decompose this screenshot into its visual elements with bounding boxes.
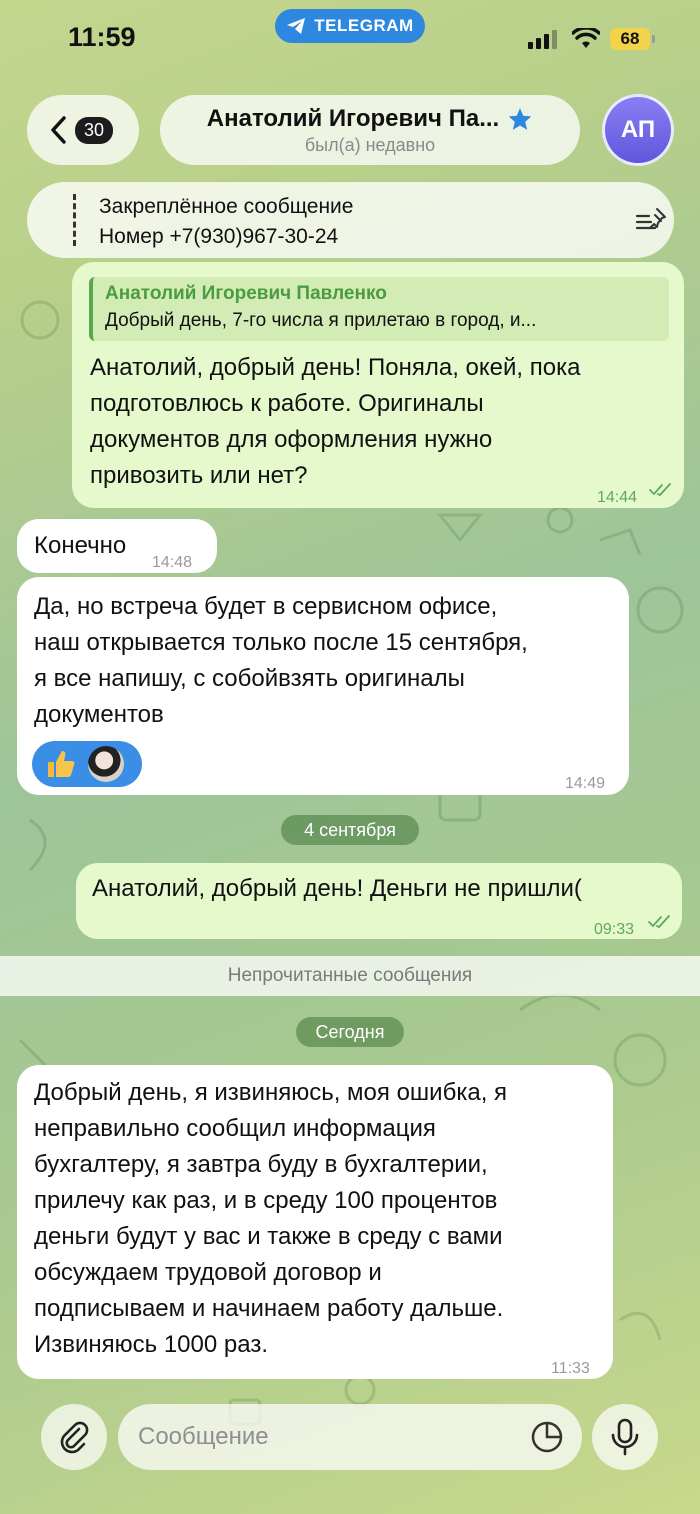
battery-indicator: 68	[610, 28, 655, 50]
date-separator: 4 сентября	[281, 815, 419, 845]
message-input[interactable]	[138, 1418, 518, 1456]
pinned-title: Закреплённое сообщение	[99, 195, 354, 218]
message-time: 14:44	[597, 489, 638, 506]
message-outgoing[interactable]: Анатолий Игоревич Павленко Добрый день, …	[72, 262, 684, 508]
microphone-icon	[611, 1418, 639, 1456]
pinned-message-bar[interactable]: Закреплённое сообщение Номер +7(930)967-…	[27, 182, 674, 258]
telegram-plane-icon	[287, 18, 306, 34]
message-composer[interactable]	[118, 1404, 582, 1470]
unread-count-badge: 30	[75, 116, 114, 144]
message-line: подготовлюсь к работе. Оригиналы	[90, 390, 484, 417]
thumbs-up-icon	[48, 751, 75, 777]
message-line: Извиняюсь 1000 раз.	[34, 1331, 268, 1358]
message-incoming[interactable]: Конечно 14:48	[17, 519, 217, 573]
microphone-button[interactable]	[592, 1404, 658, 1470]
wifi-icon	[572, 28, 600, 48]
message-time: 11:33	[551, 1360, 590, 1377]
avatar[interactable]: АП	[602, 94, 674, 166]
pin-indicator	[73, 194, 76, 246]
reactions-bar[interactable]	[32, 741, 142, 787]
message-line: Конечно	[34, 532, 127, 559]
message-line: привозить или нет?	[90, 462, 308, 489]
contact-status: был(а) недавно	[304, 134, 436, 155]
telegram-pill-label: TELEGRAM	[314, 16, 414, 35]
contact-name: Анатолий Игоревич Па...	[206, 104, 500, 132]
message-line: прилечу как раз, и в среду 100 процентов	[34, 1187, 498, 1214]
back-chevron-icon	[51, 116, 66, 144]
message-time: 09:33	[594, 921, 635, 938]
chat-title[interactable]: Анатолий Игоревич Па... был(а) недавно	[160, 95, 580, 165]
message-line: деньги будут у вас и также в среду с вам…	[34, 1223, 503, 1250]
pin-list-icon[interactable]	[633, 206, 669, 236]
message-outgoing[interactable]: Анатолий, добрый день! Деньги не пришли(…	[76, 863, 682, 939]
message-line: Да, но встреча будет в сервисном офисе,	[34, 593, 498, 620]
reply-text: Добрый день, 7-го числа я прилетаю в гор…	[105, 310, 537, 331]
message-line: наш открывается только после 15 сентября…	[34, 629, 528, 656]
reply-quote[interactable]: Анатолий Игоревич Павленко Добрый день, …	[89, 277, 669, 341]
pinned-text: Номер +7(930)967-30-24	[99, 225, 339, 248]
back-button[interactable]: 30	[27, 95, 139, 165]
reaction-user-avatar	[88, 746, 124, 782]
reply-author: Анатолий Игоревич Павленко	[105, 283, 387, 304]
signal-icon	[528, 30, 557, 49]
message-line: документов	[34, 701, 164, 728]
message-line: бухгалтеру, я завтра буду в бухгалтерии,	[34, 1151, 488, 1178]
status-time: 11:59	[68, 22, 136, 52]
message-time: 14:48	[152, 554, 193, 571]
star-icon	[508, 107, 532, 130]
message-line: Добрый день, я извиняюсь, моя ошибка, я	[34, 1079, 508, 1106]
message-line: неправильно сообщил информация	[34, 1115, 436, 1142]
message-line: документов для оформления нужно	[90, 426, 493, 453]
message-line: подписываем и начинаем работу дальше.	[34, 1295, 504, 1322]
message-line: Анатолий, добрый день! Поняла, окей, пок…	[90, 354, 581, 381]
double-check-icon	[648, 915, 670, 929]
message-line: Анатолий, добрый день! Деньги не пришли(	[92, 875, 582, 902]
paperclip-icon	[60, 1421, 89, 1454]
message-line: обсуждаем трудовой договор и	[34, 1259, 382, 1286]
attach-button[interactable]	[41, 1404, 107, 1470]
double-check-icon	[649, 483, 671, 497]
message-incoming[interactable]: Добрый день, я извиняюсь, моя ошибка, я …	[17, 1065, 613, 1379]
date-separator: Сегодня	[296, 1017, 404, 1047]
message-time: 14:49	[565, 775, 606, 792]
sticker-icon[interactable]	[530, 1420, 564, 1454]
telegram-return-pill[interactable]: TELEGRAM	[275, 9, 425, 43]
unread-messages-divider: Непрочитанные сообщения	[0, 956, 700, 996]
status-bar: 11:59 TELEGRAM 68	[0, 0, 700, 70]
message-line: я все напишу, с собойвзять оригиналы	[34, 665, 465, 692]
